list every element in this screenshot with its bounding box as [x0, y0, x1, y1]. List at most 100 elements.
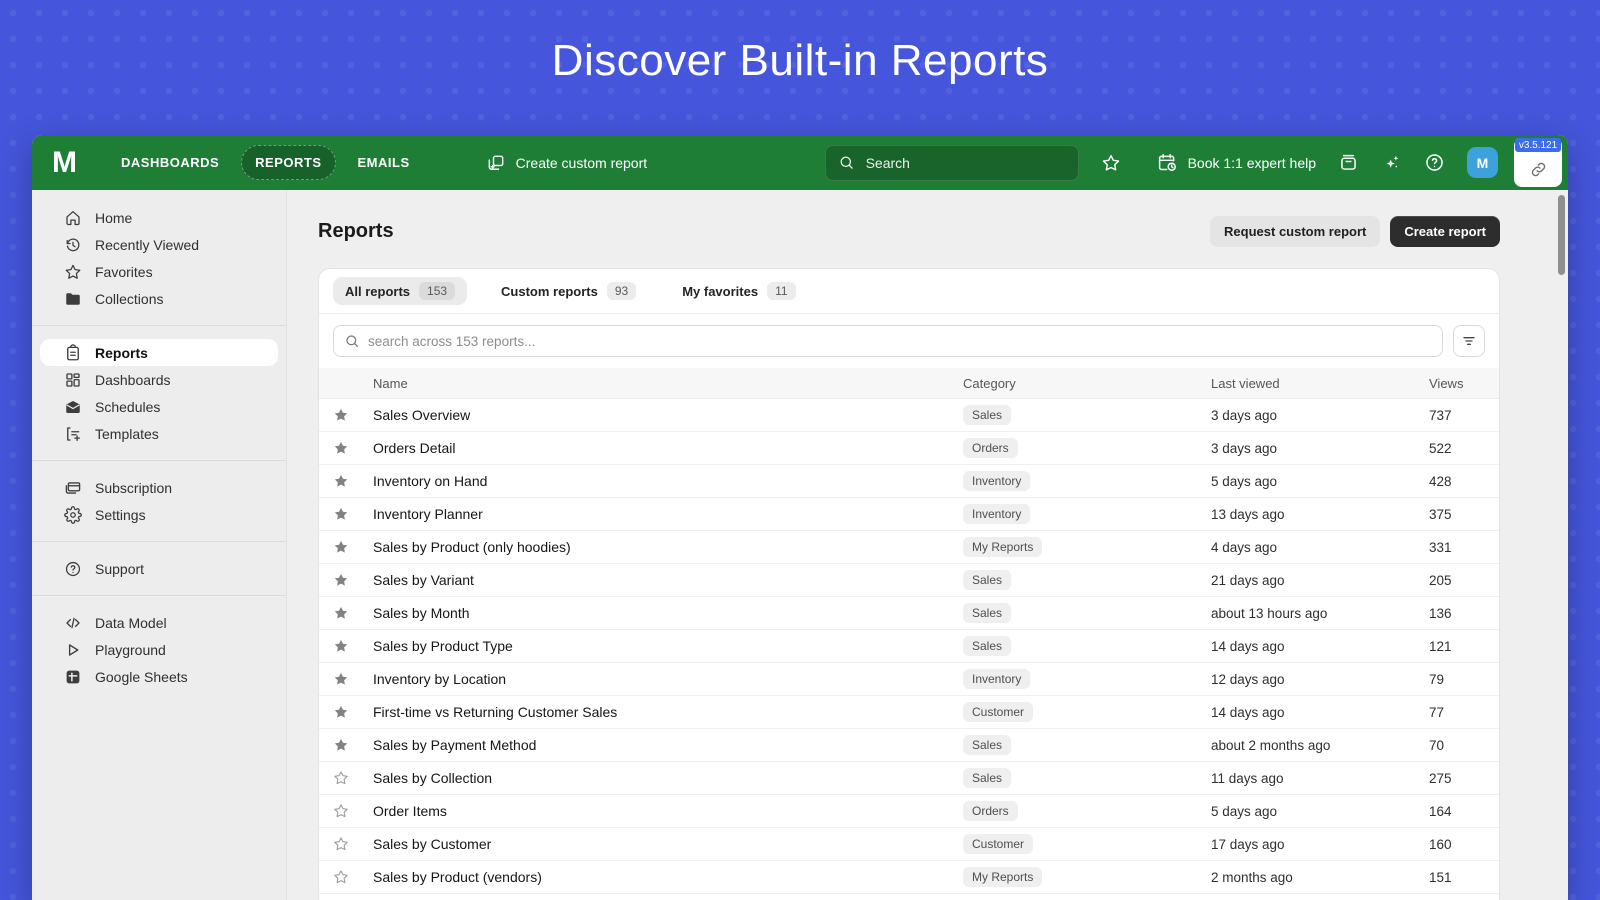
- sidebar-item-playground[interactable]: Playground: [40, 636, 278, 663]
- favorites-star-icon[interactable]: [1101, 153, 1121, 173]
- favorite-star-filled-icon[interactable]: [319, 473, 363, 489]
- sidebar-item-favorites[interactable]: Favorites: [40, 258, 278, 285]
- favorite-star-outline-icon[interactable]: [319, 836, 363, 852]
- column-category[interactable]: Category: [953, 376, 1201, 391]
- archive-box-icon[interactable]: [1338, 152, 1359, 173]
- table-row[interactable]: First-time vs Returning Customer SalesCu…: [319, 696, 1499, 729]
- category-badge: Sales: [963, 636, 1011, 656]
- table-row[interactable]: Sales by VariantSales21 days ago205: [319, 564, 1499, 597]
- nav-item-reports[interactable]: REPORTS: [241, 145, 335, 180]
- request-custom-report-button[interactable]: Request custom report: [1210, 216, 1380, 247]
- favorite-star-filled-icon[interactable]: [319, 539, 363, 555]
- category-badge: Sales: [963, 603, 1011, 623]
- sidebar-item-label: Favorites: [95, 264, 153, 280]
- favorite-star-filled-icon[interactable]: [319, 506, 363, 522]
- report-views: 737: [1419, 408, 1499, 423]
- sidebar-item-schedules[interactable]: Schedules: [40, 393, 278, 420]
- version-badge: v3.5.121: [1515, 138, 1561, 152]
- sidebar-item-data-model[interactable]: Data Model: [40, 609, 278, 636]
- user-avatar[interactable]: M: [1467, 147, 1498, 178]
- filter-button[interactable]: [1453, 325, 1485, 357]
- app-logo[interactable]: M: [52, 148, 77, 178]
- report-last-viewed: about 2 months ago: [1201, 738, 1419, 753]
- sidebar-item-support[interactable]: Support: [40, 555, 278, 582]
- table-row[interactable]: Order ItemsOrders5 days ago164: [319, 795, 1499, 828]
- sidebar-item-dashboards[interactable]: Dashboards: [40, 366, 278, 393]
- report-last-viewed: 11 days ago: [1201, 771, 1419, 786]
- sparkles-icon[interactable]: [1381, 152, 1402, 173]
- favorite-star-filled-icon[interactable]: [319, 704, 363, 720]
- nav-item-dashboards[interactable]: DASHBOARDS: [107, 145, 233, 180]
- report-category-cell: Orders: [953, 801, 1201, 821]
- folder-icon: [64, 290, 82, 308]
- copy-plus-icon: [486, 153, 506, 173]
- app-window: M DASHBOARDSREPORTS EMAILS Create custom …: [32, 135, 1568, 900]
- table-row[interactable]: Orders DetailOrders3 days ago522: [319, 432, 1499, 465]
- sidebar-item-reports[interactable]: Reports: [40, 339, 278, 366]
- category-badge: Sales: [963, 405, 1011, 425]
- table-row[interactable]: Inventory by LocationInventory12 days ag…: [319, 663, 1499, 696]
- sidebar-item-recently-viewed[interactable]: Recently Viewed: [40, 231, 278, 258]
- table-row[interactable]: Sales by Payment MethodSalesabout 2 mont…: [319, 729, 1499, 762]
- favorite-star-filled-icon[interactable]: [319, 737, 363, 753]
- favorite-star-outline-icon[interactable]: [319, 770, 363, 786]
- report-category-cell: Sales: [953, 570, 1201, 590]
- sidebar-item-label: Reports: [95, 345, 148, 361]
- favorite-star-filled-icon[interactable]: [319, 671, 363, 687]
- tab-all-reports[interactable]: All reports153: [333, 277, 467, 305]
- sidebar-item-google-sheets[interactable]: Google Sheets: [40, 663, 278, 690]
- favorite-star-filled-icon[interactable]: [319, 638, 363, 654]
- sidebar-item-label: Dashboards: [95, 372, 171, 388]
- reports-search-input[interactable]: [368, 334, 1432, 349]
- sidebar-item-settings[interactable]: Settings: [40, 501, 278, 528]
- column-views[interactable]: Views: [1419, 376, 1499, 391]
- sidebar-group: Support: [32, 541, 286, 595]
- table-row[interactable]: Sales by CustomerCustomer17 days ago160: [319, 828, 1499, 861]
- table-row[interactable]: Sales by Product (only hoodies)My Report…: [319, 531, 1499, 564]
- book-expert-help-button[interactable]: Book 1:1 expert help: [1157, 152, 1316, 173]
- favorite-star-outline-icon[interactable]: [319, 803, 363, 819]
- calendar-clock-icon: [1157, 152, 1178, 173]
- tab-custom-reports[interactable]: Custom reports93: [489, 277, 648, 305]
- table-row[interactable]: Inventory on HandInventory5 days ago428: [319, 465, 1499, 498]
- create-custom-report-button[interactable]: Create custom report: [486, 153, 648, 173]
- report-views: 151: [1419, 870, 1499, 885]
- create-report-button[interactable]: Create report: [1390, 216, 1500, 247]
- report-category-cell: My Reports: [953, 867, 1201, 887]
- tab-label: All reports: [345, 284, 410, 299]
- vertical-scrollbar[interactable]: [1558, 195, 1565, 275]
- sidebar-item-label: Data Model: [95, 615, 167, 631]
- column-last-viewed[interactable]: Last viewed: [1201, 376, 1419, 391]
- nav-item-emails[interactable]: EMAILS: [344, 145, 424, 180]
- global-search-placeholder: Search: [866, 155, 910, 171]
- report-last-viewed: 3 days ago: [1201, 441, 1419, 456]
- favorite-star-filled-icon[interactable]: [319, 407, 363, 423]
- global-search-input[interactable]: Search: [825, 145, 1079, 181]
- table-row[interactable]: Sales by CollectionSales11 days ago275: [319, 762, 1499, 795]
- category-badge: Sales: [963, 570, 1011, 590]
- sidebar-item-home[interactable]: Home: [40, 204, 278, 231]
- favorite-star-filled-icon[interactable]: [319, 605, 363, 621]
- favorite-star-outline-icon[interactable]: [319, 869, 363, 885]
- gear-icon: [64, 506, 82, 524]
- tab-my-favorites[interactable]: My favorites11: [670, 277, 807, 305]
- table-row[interactable]: Sales by Product (vendors)My Reports2 mo…: [319, 861, 1499, 894]
- report-last-viewed: 17 days ago: [1201, 837, 1419, 852]
- version-widget[interactable]: v3.5.121: [1514, 138, 1562, 187]
- table-row[interactable]: Sales by MonthSalesabout 13 hours ago136: [319, 597, 1499, 630]
- favorite-star-filled-icon[interactable]: [319, 440, 363, 456]
- dashboard-grid-icon: [64, 371, 82, 389]
- sidebar-item-collections[interactable]: Collections: [40, 285, 278, 312]
- sidebar-item-templates[interactable]: Templates: [40, 420, 278, 447]
- reports-search-field: [333, 325, 1443, 357]
- column-name[interactable]: Name: [363, 376, 953, 391]
- table-row[interactable]: Sales by Product TypeSales14 days ago121: [319, 630, 1499, 663]
- table-row[interactable]: Inventory PlannerInventory13 days ago375: [319, 498, 1499, 531]
- credit-card-icon: [64, 479, 82, 497]
- clipboard-icon: [64, 344, 82, 362]
- favorite-star-filled-icon[interactable]: [319, 572, 363, 588]
- table-row[interactable]: Sales OverviewSales3 days ago737: [319, 399, 1499, 432]
- help-icon[interactable]: [1424, 152, 1445, 173]
- category-badge: Orders: [963, 801, 1018, 821]
- sidebar-item-subscription[interactable]: Subscription: [40, 474, 278, 501]
